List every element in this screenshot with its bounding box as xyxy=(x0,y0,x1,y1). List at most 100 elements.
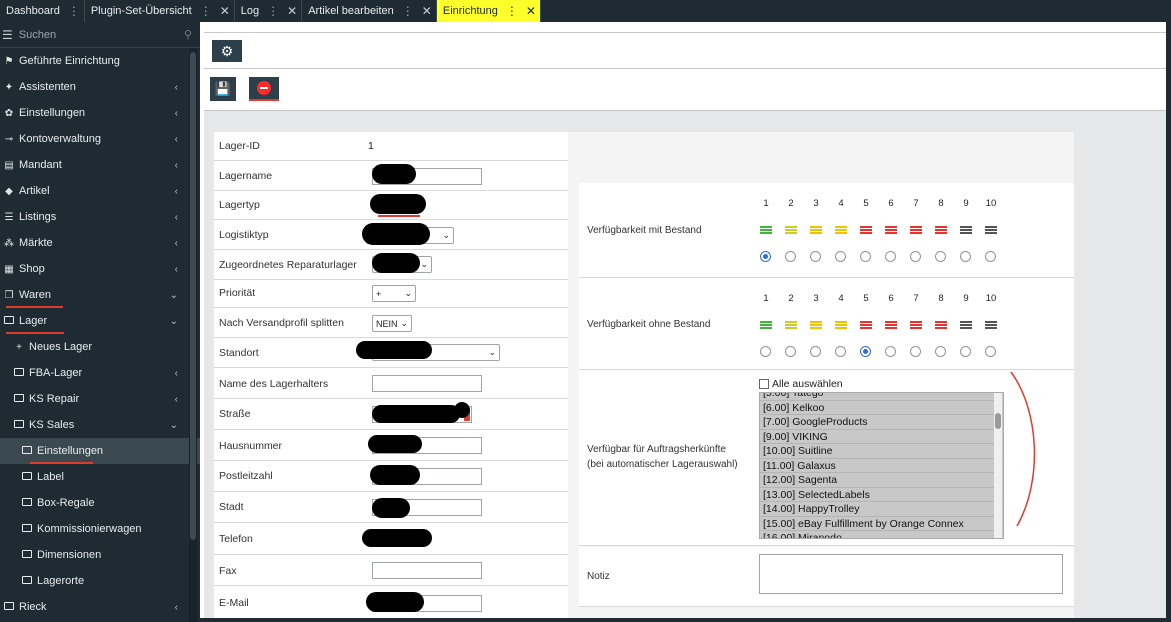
chevron-down-icon[interactable]: ⌄ xyxy=(170,290,178,301)
chevron-down-icon[interactable]: ⌄ xyxy=(170,316,178,327)
chevron-left-icon[interactable]: ‹ xyxy=(175,82,178,93)
tab-2[interactable]: Log ⋮ ✕ xyxy=(235,0,303,22)
sidebar-item-kontoverwaltung[interactable]: ⊸ Kontoverwaltung ‹ xyxy=(0,126,200,152)
sidebar-item-box-regale[interactable]: Box-Regale xyxy=(0,490,200,516)
chevron-left-icon[interactable]: ‹ xyxy=(175,238,178,249)
sidebar-item-artikel[interactable]: ◆ Artikel ‹ xyxy=(0,178,200,204)
availability-radio-2[interactable] xyxy=(785,346,796,357)
tab-label[interactable]: Einrichtung xyxy=(443,5,498,17)
list-item[interactable]: [11.00] Galaxus xyxy=(760,459,1003,473)
sidebar-item-geführte-einrichtung[interactable]: ⚑ Geführte Einrichtung xyxy=(0,48,200,74)
sidebar-item-kommissionierwagen[interactable]: Kommissionierwagen xyxy=(0,516,200,542)
list-item[interactable]: [10.00] Suitline xyxy=(760,444,1003,459)
sidebar-item-mandant[interactable]: ▤ Mandant ‹ xyxy=(0,152,200,178)
chevron-left-icon[interactable]: ‹ xyxy=(175,108,178,119)
availability-radio-4[interactable] xyxy=(835,251,846,262)
availability-radio-1[interactable] xyxy=(760,346,771,357)
sidebar-search[interactable]: ☰ Suchen ⚲ xyxy=(0,22,200,48)
tab-menu-icon[interactable]: ⋮ xyxy=(506,4,518,18)
chevron-left-icon[interactable]: ‹ xyxy=(175,160,178,171)
list-item[interactable]: [6.00] Kelkoo xyxy=(760,401,1003,415)
availability-radio-8[interactable] xyxy=(935,251,946,262)
availability-radio-10[interactable] xyxy=(985,346,996,357)
availability-radio-2[interactable] xyxy=(785,251,796,262)
sidebar-item-assistenten[interactable]: ✦ Assistenten ‹ xyxy=(0,74,200,100)
list-item[interactable]: [15.00] eBay Fulfillment by Orange Conne… xyxy=(760,517,1003,531)
settings-gear-button[interactable]: ⚙ xyxy=(212,40,242,62)
tab-3[interactable]: Artikel bearbeiten ⋮ ✕ xyxy=(302,0,437,22)
availability-radio-6[interactable] xyxy=(885,346,896,357)
availability-radio-1[interactable] xyxy=(760,251,771,262)
sidebar-item-listings[interactable]: ☰ Listings ‹ xyxy=(0,204,200,230)
chevron-left-icon[interactable]: ‹ xyxy=(175,394,178,405)
form-input[interactable] xyxy=(372,375,482,392)
availability-radio-8[interactable] xyxy=(935,346,946,357)
listbox-scrollbar[interactable] xyxy=(994,393,1002,538)
availability-radio-9[interactable] xyxy=(960,251,971,262)
availability-radio-4[interactable] xyxy=(835,346,846,357)
notiz-textarea[interactable] xyxy=(759,554,1063,594)
tab-label[interactable]: Log xyxy=(241,5,259,17)
sidebar-item-waren[interactable]: ❒ Waren ⌄ xyxy=(0,282,200,308)
delete-button[interactable] xyxy=(249,77,279,101)
close-icon[interactable]: ✕ xyxy=(287,4,297,18)
availability-radio-7[interactable] xyxy=(910,251,921,262)
sidebar-item-shop[interactable]: ▦ Shop ‹ xyxy=(0,256,200,282)
sidebar-item-lagerorte[interactable]: Lagerorte xyxy=(0,568,200,594)
chevron-left-icon[interactable]: ‹ xyxy=(175,602,178,613)
sidebar-item-einstellungen[interactable]: ✿ Einstellungen ‹ xyxy=(0,100,200,126)
chevron-left-icon[interactable]: ‹ xyxy=(175,212,178,223)
chevron-left-icon[interactable]: ‹ xyxy=(175,368,178,379)
close-icon[interactable]: ✕ xyxy=(526,4,536,18)
sidebar-item-lager[interactable]: Lager ⌄ xyxy=(0,308,200,334)
sidebar-item-ks-repair[interactable]: KS Repair ‹ xyxy=(0,386,200,412)
chevron-down-icon[interactable]: ⌄ xyxy=(170,420,178,431)
sidebar-item-dimensionen[interactable]: Dimensionen xyxy=(0,542,200,568)
sidebar-item-fba-lager[interactable]: FBA-Lager ‹ xyxy=(0,360,200,386)
tab-menu-icon[interactable]: ⋮ xyxy=(402,4,414,18)
tab-label[interactable]: Artikel bearbeiten xyxy=(308,5,394,17)
menu-icon[interactable]: ☰ xyxy=(2,28,13,42)
availability-radio-7[interactable] xyxy=(910,346,921,357)
chevron-left-icon[interactable]: ‹ xyxy=(175,264,178,275)
save-button[interactable]: 💾 xyxy=(210,77,236,101)
availability-radio-6[interactable] xyxy=(885,251,896,262)
search-input[interactable]: Suchen xyxy=(19,29,184,41)
checkbox-icon[interactable] xyxy=(759,379,769,389)
listbox-scroll-thumb[interactable] xyxy=(995,413,1001,429)
form-input[interactable] xyxy=(372,562,482,579)
tab-label[interactable]: Plugin-Set-Übersicht xyxy=(91,5,192,17)
form-select[interactable]: + ⌄ xyxy=(372,285,416,302)
select-all-checkbox[interactable]: Alle auswählen xyxy=(759,378,843,390)
list-item[interactable]: [13.00] SelectedLabels xyxy=(760,488,1003,502)
tab-menu-icon[interactable]: ⋮ xyxy=(267,4,279,18)
sidebar-item-märkte[interactable]: ⁂ Märkte ‹ xyxy=(0,230,200,256)
sidebar-item-einstellungen[interactable]: Einstellungen xyxy=(0,438,200,464)
list-item[interactable]: [14.00] HappyTrolley xyxy=(760,502,1003,517)
list-item[interactable]: [16.00] Miranodo xyxy=(760,531,1003,538)
sidebar-item-label[interactable]: Label xyxy=(0,464,200,490)
tab-1[interactable]: Plugin-Set-Übersicht ⋮ ✕ xyxy=(85,0,235,22)
sidebar-scrollbar-thumb[interactable] xyxy=(190,52,196,540)
close-icon[interactable]: ✕ xyxy=(220,4,230,18)
tab-label[interactable]: Dashboard xyxy=(6,5,60,17)
chevron-left-icon[interactable]: ‹ xyxy=(175,134,178,145)
chevron-left-icon[interactable]: ‹ xyxy=(175,186,178,197)
list-item[interactable]: [12.00] Sagenta xyxy=(760,473,1003,488)
list-item[interactable]: [9.00] VIKING xyxy=(760,430,1003,444)
order-origins-listbox[interactable]: [5.00] Tatego [6.00] Kelkoo [7.00] GoogleP… xyxy=(759,392,1004,539)
availability-radio-5[interactable] xyxy=(860,251,871,262)
sidebar-item-ks-sales[interactable]: KS Sales ⌄ xyxy=(0,412,200,438)
form-select[interactable]: NEIN ⌄ xyxy=(372,315,412,332)
tab-0[interactable]: Dashboard ⋮ xyxy=(0,0,85,22)
availability-radio-9[interactable] xyxy=(960,346,971,357)
tab-4[interactable]: Einrichtung ⋮ ✕ xyxy=(436,0,541,22)
availability-radio-10[interactable] xyxy=(985,251,996,262)
sidebar-item-rieck[interactable]: Rieck ‹ xyxy=(0,594,200,620)
sidebar-item-neues-lager[interactable]: + Neues Lager xyxy=(0,334,200,360)
tab-menu-icon[interactable]: ⋮ xyxy=(68,4,80,18)
availability-radio-3[interactable] xyxy=(810,346,821,357)
availability-radio-5[interactable] xyxy=(860,346,871,357)
availability-radio-3[interactable] xyxy=(810,251,821,262)
search-icon[interactable]: ⚲ xyxy=(184,28,192,41)
